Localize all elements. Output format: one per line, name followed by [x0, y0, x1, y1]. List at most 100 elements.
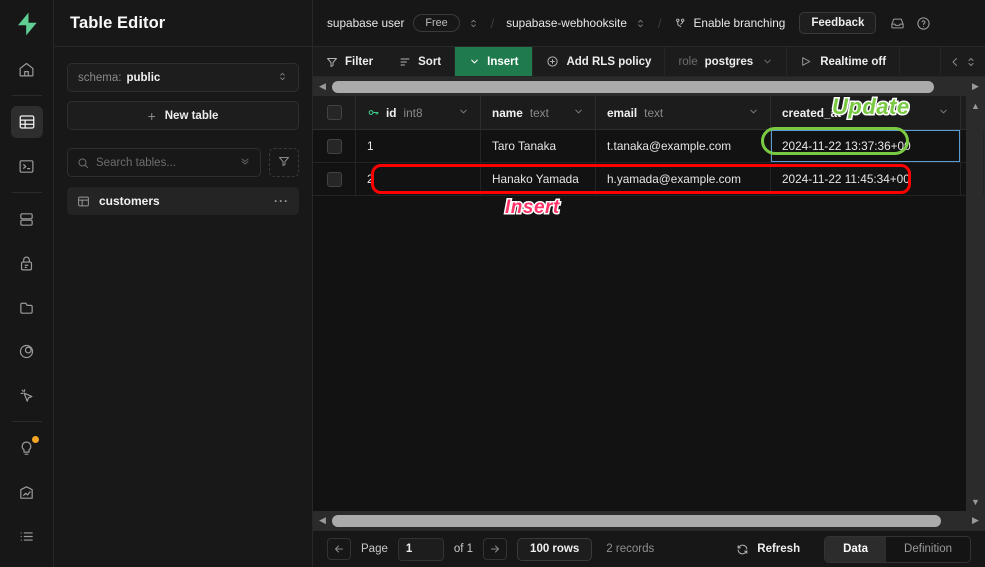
hscroll-track[interactable]: [332, 514, 966, 527]
rail-item-realtime[interactable]: [11, 379, 43, 411]
rail-divider-1: [11, 95, 42, 96]
realtime-toggle-button[interactable]: Realtime off: [787, 47, 901, 76]
record-count: 2 records: [606, 543, 655, 555]
select-all-checkbox[interactable]: [326, 105, 342, 120]
table-row[interactable]: 1 Taro Tanaka t.tanaka@example.com 2024-…: [313, 130, 984, 163]
cell-email[interactable]: h.yamada@example.com: [596, 163, 771, 195]
main-area: supabase user Free / supabase-webhooksit…: [313, 0, 985, 567]
role-value: postgres: [704, 55, 754, 68]
cell-id[interactable]: 1: [356, 130, 481, 162]
data-grid: id int8 name text email text created_at …: [313, 96, 984, 511]
column-header-id[interactable]: id int8: [356, 96, 481, 129]
grid-hscrollbar-top[interactable]: ◀ ▶: [313, 77, 985, 96]
rows-per-page-button[interactable]: 100 rows: [517, 537, 593, 561]
hscroll-right-arrow-icon[interactable]: ▶: [969, 81, 982, 92]
sort-button[interactable]: Sort: [386, 47, 456, 76]
rail-item-authentication[interactable]: [11, 247, 43, 279]
search-tables-input[interactable]: Search tables...: [67, 148, 261, 177]
branch-icon: [674, 17, 687, 30]
hscroll-thumb[interactable]: [332, 80, 935, 93]
prev-page-button[interactable]: [327, 538, 351, 560]
cell-email[interactable]: t.tanaka@example.com: [596, 130, 771, 162]
rail-item-storage[interactable]: [11, 291, 43, 323]
ellipsis-icon[interactable]: ···: [274, 194, 289, 208]
cell-created-at[interactable]: 2024-11-22 11:45:34+00: [771, 163, 961, 195]
sidebar-header: Table Editor: [54, 0, 312, 47]
cell-filler: [961, 163, 984, 195]
org-chevron-updown-icon[interactable]: [468, 18, 479, 29]
chevron-down-icon: [469, 56, 480, 67]
rail-item-advisors[interactable]: [11, 432, 43, 464]
chevron-double-down-icon: [239, 155, 251, 170]
row-select-cell[interactable]: [313, 130, 356, 162]
select-all-header-cell[interactable]: [313, 96, 356, 129]
new-table-button[interactable]: + New table: [67, 101, 299, 130]
vscroll-down-arrow-icon[interactable]: ▼: [971, 495, 980, 508]
cell-created-at[interactable]: 2024-11-22 13:37:36+00: [771, 130, 961, 162]
rail-item-reports[interactable]: [11, 476, 43, 508]
tab-data[interactable]: Data: [825, 536, 887, 562]
schema-label: schema:: [78, 71, 122, 84]
funnel-icon: [326, 56, 338, 68]
chevron-down-icon[interactable]: [573, 106, 584, 120]
hscroll-left-arrow-icon[interactable]: ◀: [316, 81, 329, 92]
supabase-bolt-logo[interactable]: [0, 0, 54, 47]
row-checkbox[interactable]: [326, 138, 342, 154]
enable-branching-button[interactable]: Enable branching: [674, 16, 785, 30]
grid-footer: Page of 1 100 rows 2 records Refresh Dat…: [313, 530, 985, 567]
grid-hscrollbar-bottom[interactable]: ◀ ▶: [313, 511, 985, 530]
cell-name[interactable]: Hanako Yamada: [481, 163, 596, 195]
plus-circle-icon: [546, 55, 559, 68]
row-checkbox[interactable]: [326, 171, 342, 187]
feedback-button[interactable]: Feedback: [799, 12, 877, 34]
hscroll-right-arrow-icon[interactable]: ▶: [969, 515, 982, 526]
refresh-button[interactable]: Refresh: [736, 543, 800, 556]
chevron-down-icon[interactable]: [458, 106, 469, 120]
rail-item-edge-functions[interactable]: [11, 335, 43, 367]
search-row: Search tables...: [67, 148, 299, 177]
add-rls-policy-button[interactable]: Add RLS policy: [533, 47, 666, 76]
column-header-email[interactable]: email text: [596, 96, 771, 129]
page-number-input[interactable]: [397, 537, 444, 561]
column-type: text: [529, 105, 549, 120]
plan-badge[interactable]: Free: [413, 14, 460, 32]
row-select-cell[interactable]: [313, 163, 356, 195]
rail-item-home[interactable]: [11, 53, 43, 85]
schema-selector[interactable]: schema: public: [67, 63, 299, 92]
rail-item-table-editor[interactable]: [10, 106, 43, 138]
chevron-down-icon[interactable]: [938, 106, 949, 120]
rail-item-logs[interactable]: [11, 520, 43, 552]
rail-item-sql-editor[interactable]: [11, 150, 43, 182]
inbox-icon[interactable]: [884, 10, 910, 36]
next-page-button[interactable]: [483, 538, 508, 560]
filter-button[interactable]: Filter: [313, 47, 386, 76]
chevron-down-icon[interactable]: [748, 106, 759, 120]
column-header-name[interactable]: name text: [481, 96, 596, 129]
search-icon: [77, 157, 89, 169]
icon-rail: [0, 0, 54, 567]
role-selector[interactable]: role postgres: [665, 47, 788, 76]
insert-button[interactable]: Insert: [455, 47, 533, 76]
hscroll-thumb[interactable]: [332, 514, 941, 527]
sort-label: Sort: [418, 55, 442, 68]
collapse-panel-button[interactable]: [940, 47, 985, 76]
cell-name[interactable]: Taro Tanaka: [481, 130, 596, 162]
breadcrumb-project[interactable]: supabase-webhooksite: [506, 16, 627, 30]
hscroll-track[interactable]: [332, 80, 966, 93]
tab-definition[interactable]: Definition: [886, 536, 970, 562]
plus-icon: +: [147, 107, 156, 124]
sidebar: Table Editor schema: public + New table: [54, 0, 313, 567]
project-chevron-updown-icon[interactable]: [635, 18, 646, 29]
sidebar-body: schema: public + New table Search tables…: [54, 47, 312, 215]
hscroll-left-arrow-icon[interactable]: ◀: [316, 515, 329, 526]
search-placeholder: Search tables...: [96, 156, 176, 169]
sidebar-table-customers[interactable]: customers ···: [67, 187, 299, 215]
help-circle-icon[interactable]: [910, 10, 936, 36]
column-header-created-at[interactable]: created_at: [771, 96, 961, 129]
rail-item-database[interactable]: [11, 203, 43, 235]
table-filter-button[interactable]: [269, 148, 299, 177]
breadcrumb-org[interactable]: supabase user: [327, 16, 404, 30]
cell-id[interactable]: 2: [356, 163, 481, 195]
sort-icon: [399, 56, 411, 68]
table-row[interactable]: 2 Hanako Yamada h.yamada@example.com 202…: [313, 163, 984, 196]
